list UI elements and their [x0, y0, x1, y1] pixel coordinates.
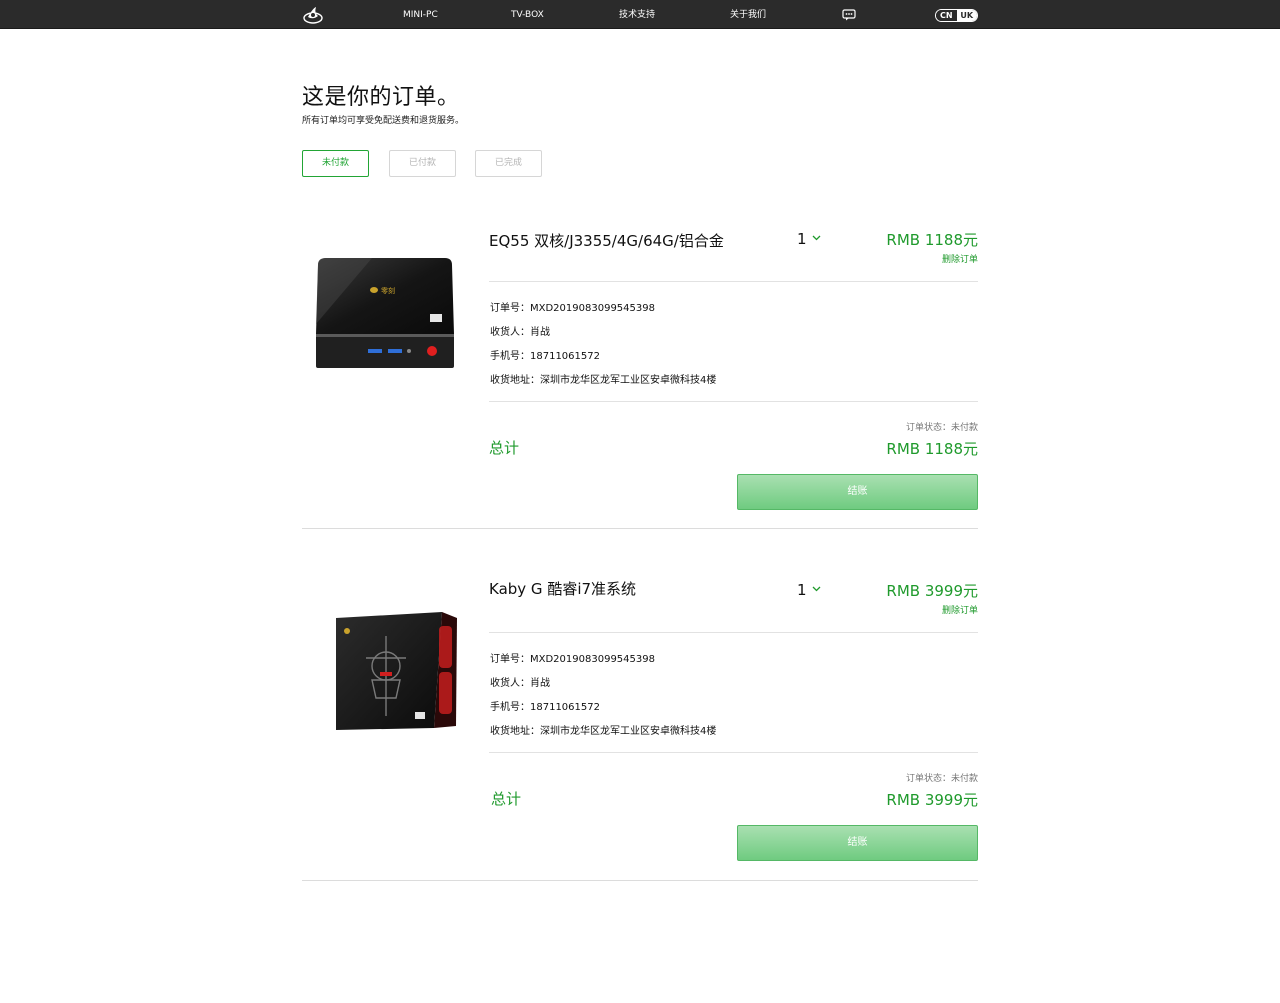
divider [489, 632, 978, 633]
item-price: RMB 1188元 [886, 231, 978, 249]
order-number: 订单号：MXD2019083099545398 [490, 303, 655, 314]
mini-pc-silver-box-image: 零刻 [316, 258, 454, 368]
quantity-select[interactable]: 1 [797, 230, 821, 248]
brand-logo-icon[interactable] [302, 4, 324, 26]
receiver: 收货人：肖战 [490, 678, 550, 689]
order-separator [302, 880, 978, 881]
order-separator [302, 528, 978, 529]
nav-item-tv-box[interactable]: TV-BOX [511, 0, 544, 29]
total-label: 总计 [489, 439, 520, 457]
chat-bubble-icon[interactable] [842, 9, 856, 21]
delete-order-link[interactable]: 删除订单 [942, 603, 978, 616]
order-card: Kaby G 酷睿i7准系统 1 RMB 3999元 删除订单 订单号：MXD2… [302, 578, 978, 881]
phone: 手机号：18711061572 [490, 351, 600, 362]
quantity-value: 1 [797, 230, 807, 248]
checkout-button[interactable]: 结账 [737, 825, 978, 861]
item-price: RMB 3999元 [886, 582, 978, 600]
tab-unpaid[interactable]: 未付款 [302, 150, 369, 177]
lang-uk[interactable]: UK [956, 10, 977, 21]
nav-item-mini-pc[interactable]: MINI-PC [403, 0, 438, 29]
chevron-down-icon [812, 586, 821, 592]
divider [489, 752, 978, 753]
order-status: 订单状态：未付款 [905, 774, 978, 784]
svg-text:零刻: 零刻 [381, 286, 395, 295]
quantity-value: 1 [797, 581, 807, 599]
total-price: RMB 1188元 [886, 440, 978, 458]
total-price: RMB 3999元 [886, 791, 978, 809]
receiver: 收货人：肖战 [490, 327, 550, 338]
divider [489, 401, 978, 402]
total-label: 总计 [491, 790, 522, 808]
order-status: 订单状态：未付款 [905, 423, 978, 433]
nav-item-about-us[interactable]: 关于我们 [730, 0, 766, 29]
mini-pc-kaby-g-image [336, 612, 457, 730]
address: 收货地址：深圳市龙华区龙军工业区安卓微科技4楼 [490, 726, 717, 737]
order-number: 订单号：MXD2019083099545398 [490, 654, 655, 665]
product-name: Kaby G 酷睿i7准系统 [489, 580, 637, 598]
checkout-button[interactable]: 结账 [737, 474, 978, 510]
product-name: EQ55 双核/J3355/4G/64G/铝合金 [489, 232, 724, 250]
order-card: 零刻 EQ55 双核/J3355/4G/64G/铝合金 1 RMB 1188元 … [302, 227, 978, 529]
phone: 手机号：18711061572 [490, 702, 600, 713]
language-switch[interactable]: CN UK [935, 9, 978, 22]
lang-cn[interactable]: CN [936, 10, 957, 21]
quantity-select[interactable]: 1 [797, 581, 821, 599]
page-title: 这是你的订单。 [302, 85, 460, 110]
delete-order-link[interactable]: 删除订单 [942, 252, 978, 265]
divider [489, 281, 978, 282]
chevron-down-icon [812, 235, 821, 241]
nav-item-tech-support[interactable]: 技术支持 [619, 0, 655, 29]
tab-completed[interactable]: 已完成 [475, 150, 542, 177]
page-subtitle: 所有订单均可享受免配送费和退货服务。 [302, 116, 465, 126]
top-nav-bar: MINI-PC TV-BOX 技术支持 关于我们 CN UK [0, 0, 1280, 29]
tab-paid[interactable]: 已付款 [389, 150, 456, 177]
address: 收货地址：深圳市龙华区龙军工业区安卓微科技4楼 [490, 375, 717, 386]
